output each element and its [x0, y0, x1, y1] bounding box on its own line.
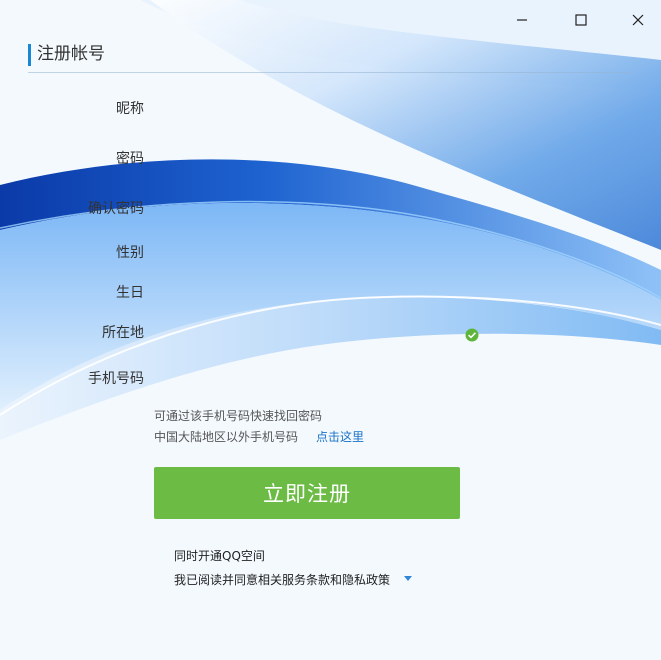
dropdown-arrow-icon[interactable] [403, 575, 413, 583]
overseas-phone-link[interactable]: 点击这里 [316, 428, 364, 446]
maximize-button[interactable] [561, 6, 601, 34]
page-title: 注册帐号 [37, 44, 105, 64]
gender-label: 性别 [116, 245, 144, 261]
title-accent-bar [28, 44, 31, 66]
agreement-option[interactable]: 我已阅读并同意相关服务条款和隐私政策 [174, 571, 390, 589]
register-button[interactable]: 立即注册 [154, 467, 460, 519]
close-icon [632, 14, 644, 26]
confirm-password-label: 确认密码 [88, 201, 144, 217]
close-button[interactable] [618, 6, 658, 34]
register-window: 注册帐号 昵称 密码 确认密码 性别 生日 所在地 手机号码 可通过该手机号码快… [0, 0, 661, 660]
minimize-icon [517, 19, 527, 21]
phone-hint-overseas: 中国大陆地区以外手机号码 [154, 430, 299, 444]
title-divider [28, 72, 631, 73]
nickname-label: 昵称 [116, 101, 144, 117]
location-label: 所在地 [102, 325, 144, 341]
background-wave-art [0, 0, 661, 660]
open-qzone-option[interactable]: 同时开通QQ空间 [174, 547, 265, 565]
phone-hint-recover: 可通过该手机号码快速找回密码 [154, 409, 323, 423]
maximize-icon [575, 14, 587, 26]
password-label: 密码 [116, 151, 144, 167]
minimize-button[interactable] [502, 6, 542, 34]
birthday-label: 生日 [116, 285, 144, 301]
check-circle-icon [465, 328, 479, 342]
phone-label: 手机号码 [88, 371, 144, 387]
